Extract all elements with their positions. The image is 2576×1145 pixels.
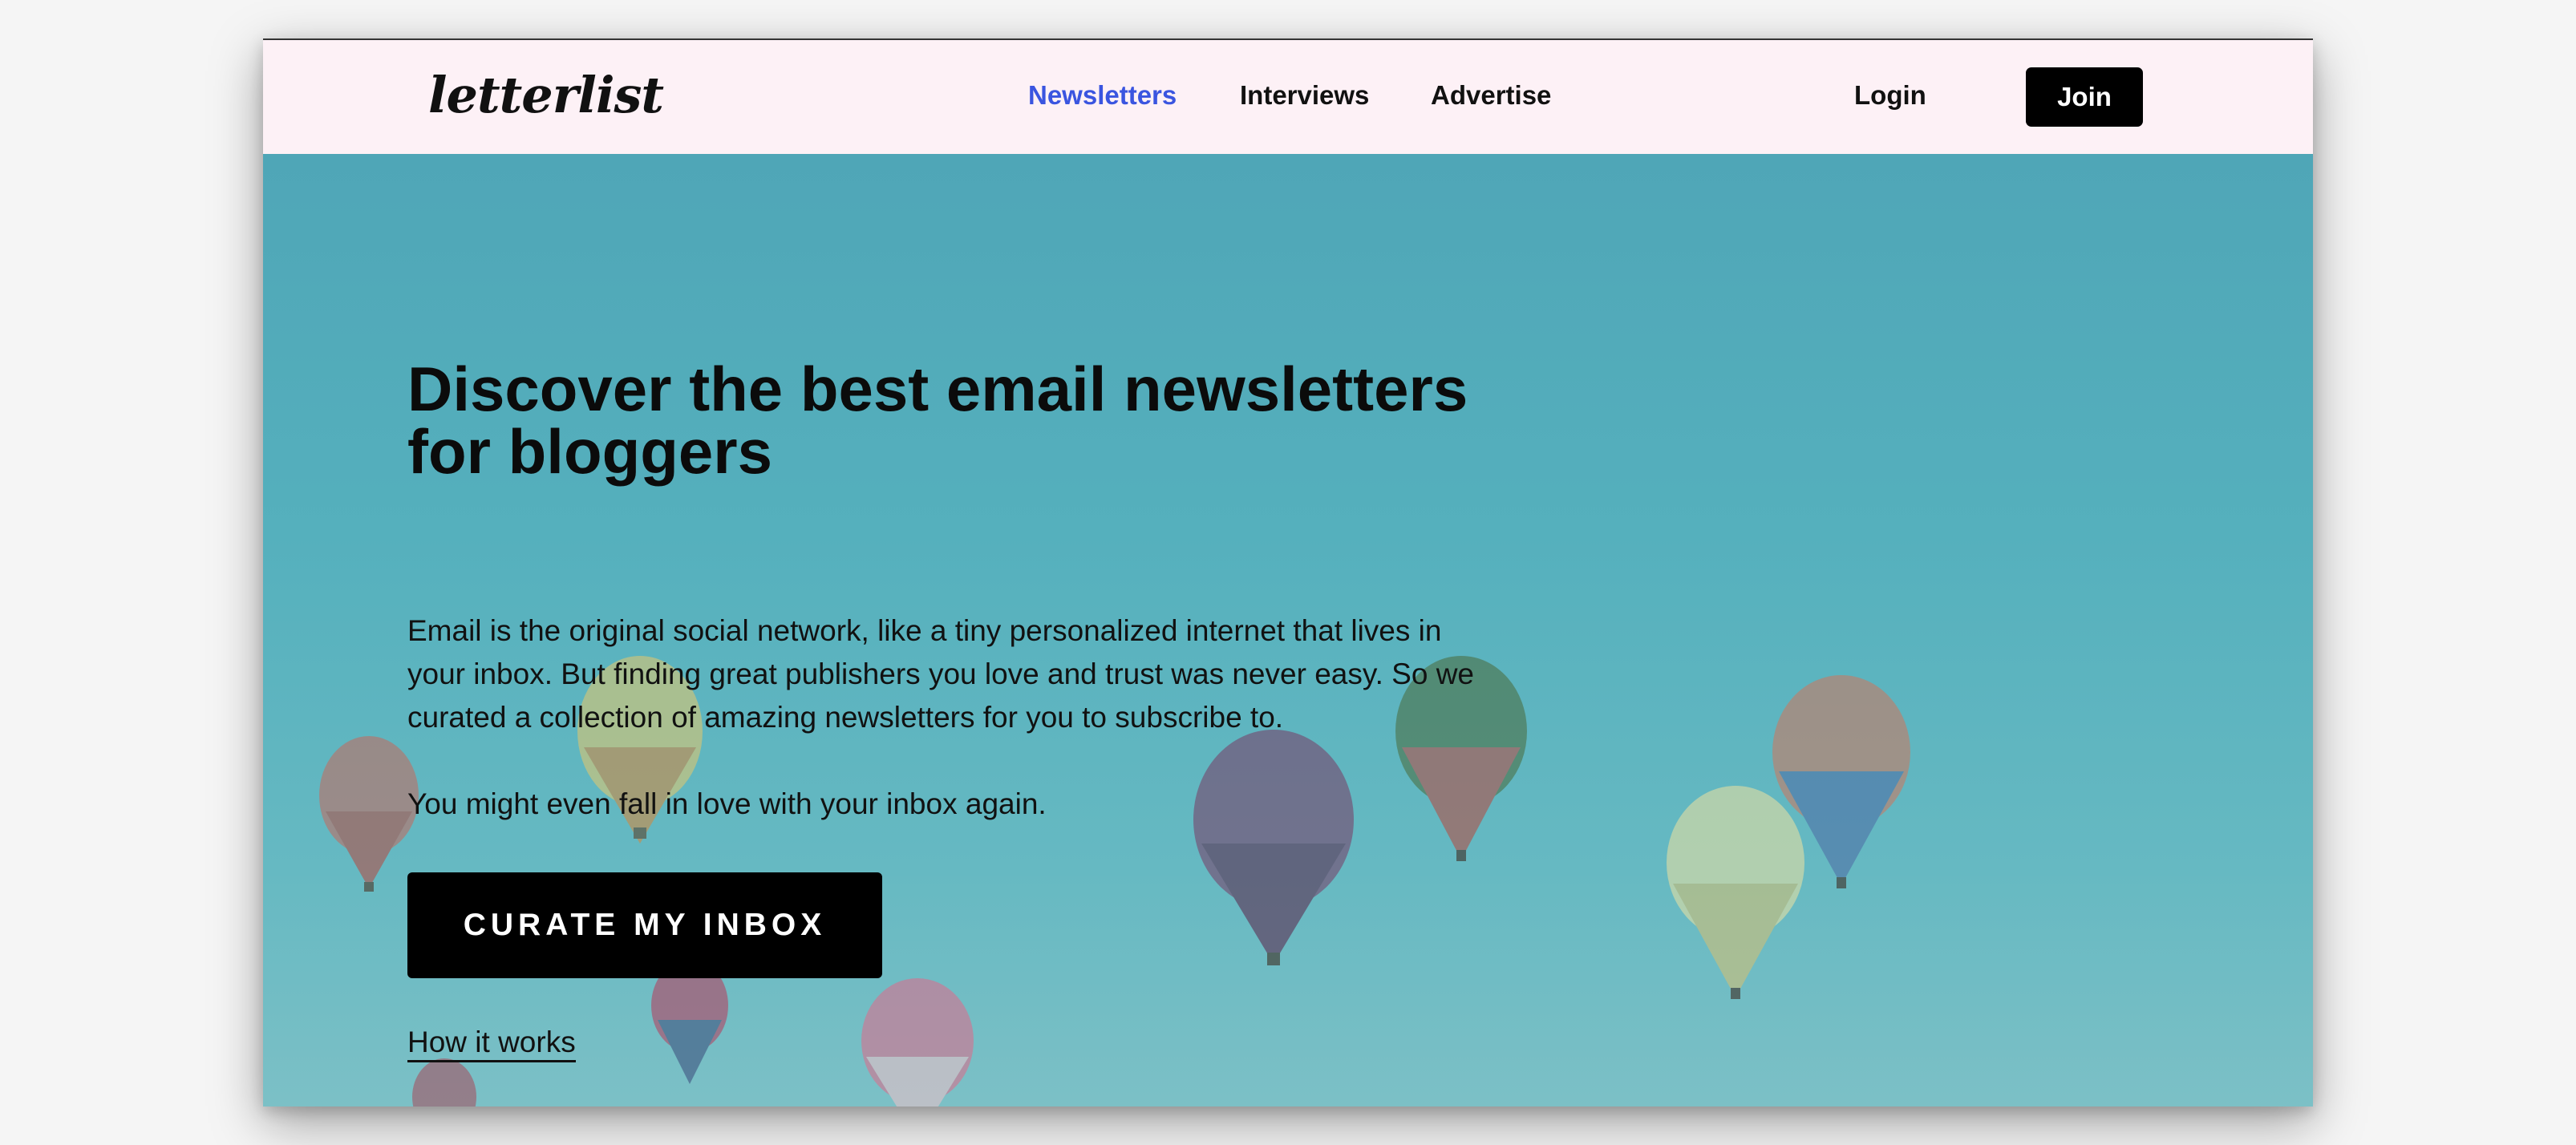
nav-advertise[interactable]: Advertise <box>1431 80 1551 111</box>
nav-newsletters[interactable]: Newsletters <box>1028 80 1177 111</box>
nav-interviews[interactable]: Interviews <box>1240 80 1369 111</box>
curate-my-inbox-button[interactable]: CURATE MY INBOX <box>407 872 882 978</box>
site-header: letterlist Newsletters Interviews Advert… <box>263 40 2313 154</box>
letterlist-logo[interactable]: letterlist <box>428 66 664 124</box>
browser-window: letterlist Newsletters Interviews Advert… <box>263 38 2313 1107</box>
login-link[interactable]: Login <box>1854 80 1926 111</box>
hero-intro-text: Email is the original social network, li… <box>407 614 1474 734</box>
hero-headline: Discover the best email newsletters for … <box>407 354 1468 487</box>
join-button[interactable]: Join <box>2026 67 2143 127</box>
hero-tagline: You might even fall in love with your in… <box>407 787 1047 820</box>
hero-section: Discover the best email newsletters for … <box>263 154 2313 1107</box>
how-it-works-link[interactable]: How it works <box>407 1025 576 1062</box>
